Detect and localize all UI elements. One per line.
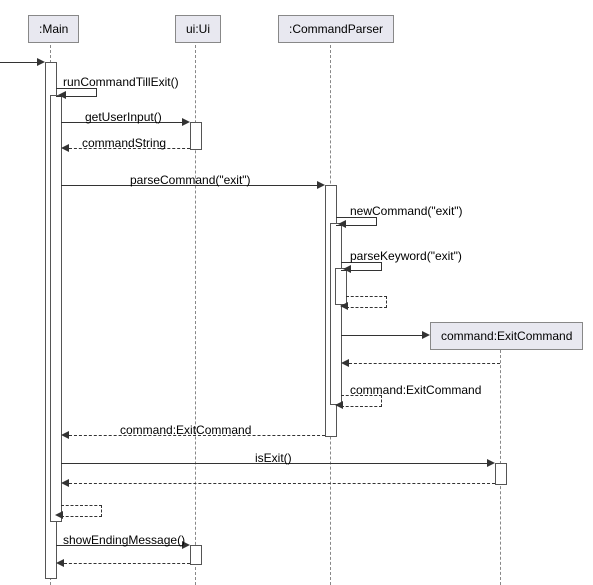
head-isexit-return bbox=[61, 479, 69, 487]
msg-isexit: isExit() bbox=[255, 451, 292, 465]
selfcall-runcommand-head bbox=[58, 91, 66, 99]
activation-main-inner bbox=[50, 95, 62, 522]
sequence-diagram: :Main ui:Ui :CommandParser command:ExitC… bbox=[0, 0, 593, 583]
head-getuserinput bbox=[182, 118, 190, 126]
msg-return-exit1: command:ExitCommand bbox=[350, 383, 481, 397]
msg-parsecommand: parseCommand("exit") bbox=[130, 173, 251, 187]
head-showending-return bbox=[56, 559, 64, 567]
msg-parsekeyword: parseKeyword("exit") bbox=[350, 249, 462, 263]
head-isexit bbox=[487, 459, 495, 467]
selfcall-parsekeyword-head bbox=[343, 265, 351, 273]
msg-return-exit2: command:ExitCommand bbox=[120, 423, 251, 437]
selfret-loop bbox=[61, 505, 102, 517]
msg-newcommand: newCommand("exit") bbox=[350, 204, 463, 218]
msg-showending: showEndingMessage() bbox=[63, 533, 185, 547]
selfret-parsekeyword bbox=[346, 296, 387, 308]
participant-main-label: :Main bbox=[39, 22, 68, 36]
activation-command-isexit bbox=[495, 463, 507, 485]
selfret-loop-head bbox=[55, 511, 63, 519]
participant-ui: ui:Ui bbox=[175, 15, 221, 43]
selfcall-newcommand-head bbox=[338, 220, 346, 228]
selfret-newcommand-head bbox=[335, 401, 343, 409]
activation-ui-2 bbox=[190, 545, 202, 565]
participant-ui-label: ui:Ui bbox=[186, 22, 210, 36]
participant-command-label: command:ExitCommand bbox=[441, 329, 572, 343]
line-showending-return bbox=[64, 563, 190, 564]
found-msg-line bbox=[0, 62, 37, 63]
found-msg-head bbox=[37, 58, 45, 66]
participant-parser: :CommandParser bbox=[278, 15, 394, 43]
head-parsecommand bbox=[317, 181, 325, 189]
line-isexit-return bbox=[69, 483, 495, 484]
head-create-command bbox=[422, 331, 430, 339]
msg-getuserinput: getUserInput() bbox=[85, 110, 162, 124]
head-return-exit2 bbox=[61, 431, 69, 439]
line-create-command bbox=[341, 335, 422, 336]
selfret-parsekeyword-head bbox=[340, 302, 348, 310]
head-commandstring bbox=[61, 144, 69, 152]
msg-runcommand: runCommandTillExit() bbox=[63, 75, 179, 89]
activation-parser-new bbox=[330, 223, 342, 405]
activation-ui-1 bbox=[190, 122, 202, 150]
participant-command: command:ExitCommand bbox=[430, 322, 583, 350]
msg-commandstring: commandString bbox=[82, 136, 166, 150]
head-create-return bbox=[341, 359, 349, 367]
line-create-return bbox=[349, 363, 500, 364]
participant-main: :Main bbox=[28, 15, 79, 43]
participant-parser-label: :CommandParser bbox=[289, 22, 383, 36]
